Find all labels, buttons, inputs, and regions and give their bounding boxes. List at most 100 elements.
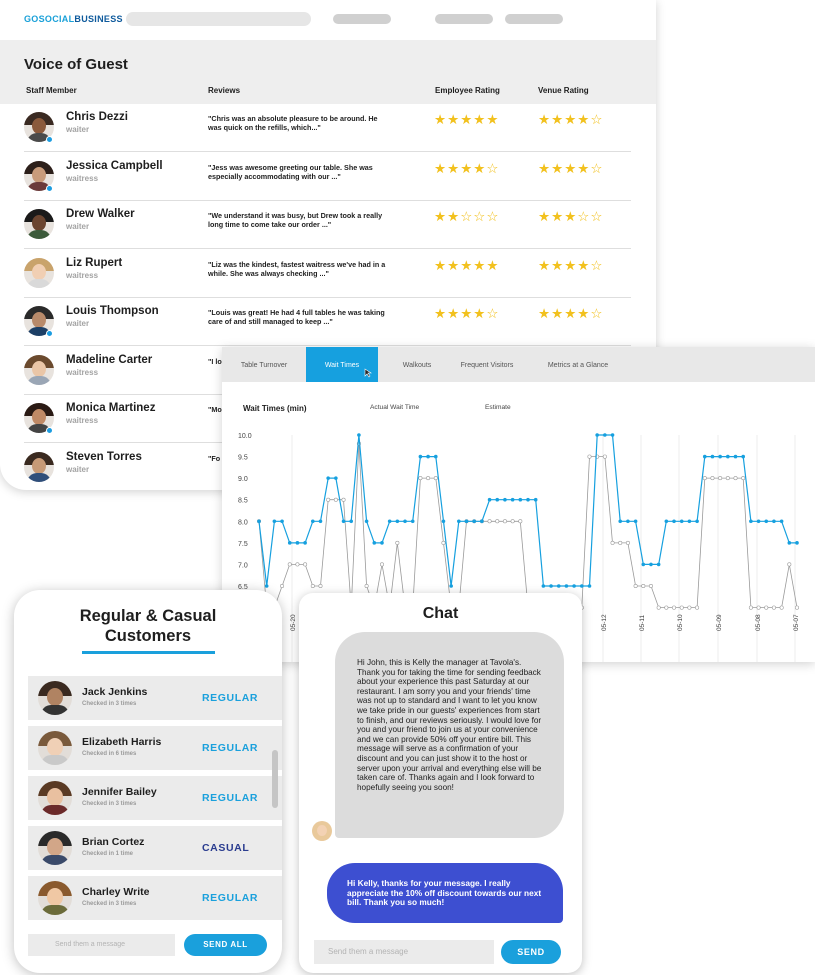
actual-data-point	[457, 519, 461, 524]
staff-name[interactable]: Madeline Carter	[66, 354, 152, 366]
avatar[interactable]	[24, 354, 54, 385]
avatar[interactable]	[38, 881, 72, 915]
column-header-employee-rating[interactable]: Employee Rating	[435, 86, 500, 95]
nav-pill[interactable]	[505, 14, 563, 24]
table-row[interactable]: Chris Dezzi waiter "Chris was an absolut…	[24, 104, 631, 152]
estimate-data-point	[679, 605, 684, 610]
title-line-1: Regular & Casual	[79, 607, 217, 625]
chat-message-input[interactable]: Send them a message	[314, 940, 494, 964]
incoming-message: Hi John, this is Kelly the manager at Ta…	[335, 632, 564, 838]
customer-name[interactable]: Jack Jenkins	[82, 686, 147, 698]
column-header-venue-rating[interactable]: Venue Rating	[538, 86, 589, 95]
staff-name[interactable]: Louis Thompson	[66, 305, 159, 317]
checkin-count: Checked in 3 times	[82, 801, 137, 807]
actual-data-point	[772, 519, 776, 524]
checkin-count: Checked in 3 times	[82, 701, 137, 707]
estimate-data-point	[618, 540, 623, 545]
table-row[interactable]: Louis Thompson waiter "Louis was great! …	[24, 298, 631, 346]
legend-estimate[interactable]: Estimate	[485, 404, 511, 411]
list-item[interactable]: Elizabeth Harris Checked in 6 times REGU…	[28, 726, 282, 770]
actual-data-point	[318, 519, 323, 524]
column-header-reviews[interactable]: Reviews	[208, 86, 240, 95]
review-text[interactable]: "Jess was awesome greeting our table. Sh…	[208, 163, 393, 181]
y-tick-label: 9.0	[238, 476, 248, 483]
avatar[interactable]	[24, 257, 54, 288]
staff-name[interactable]: Drew Walker	[66, 208, 135, 220]
scrollbar[interactable]	[272, 750, 278, 808]
actual-data-point	[710, 454, 715, 459]
avatar[interactable]	[24, 209, 54, 239]
estimate-data-point	[664, 605, 669, 610]
nav-pill[interactable]	[333, 14, 391, 24]
staff-name[interactable]: Chris Dezzi	[66, 111, 128, 123]
brand-logo[interactable]: GOSOCIALBUSINESS	[24, 14, 123, 24]
actual-data-point	[749, 519, 753, 524]
estimate-data-point	[695, 605, 700, 610]
review-text[interactable]: "Louis was great! He had 4 full tables h…	[208, 308, 393, 326]
search-bar-placeholder[interactable]	[126, 12, 311, 26]
page-title: Voice of Guest	[24, 56, 128, 73]
tab-walkouts[interactable]: Walkouts	[386, 347, 448, 382]
tab-table-turnover[interactable]: Table Turnover	[222, 347, 306, 382]
actual-data-point	[718, 454, 722, 459]
legend-actual-wait-time[interactable]: Actual Wait Time	[370, 404, 419, 411]
table-row[interactable]: Liz Rupert waitress "Liz was the kindest…	[24, 250, 631, 298]
actual-data-point	[403, 519, 407, 524]
avatar[interactable]	[38, 781, 72, 815]
message-input[interactable]: Send them a message	[28, 934, 175, 956]
tab-metrics-at-a-glance[interactable]: Metrics at a Glance	[536, 347, 620, 382]
list-item[interactable]: Jennifer Bailey Checked in 3 times REGUL…	[28, 776, 282, 820]
actual-data-point	[380, 541, 384, 545]
send-button[interactable]: SEND	[501, 940, 561, 964]
venue-rating-stars: ★★★★☆	[538, 257, 604, 273]
title-line-2: Customers	[104, 627, 192, 645]
staff-role: waitress	[66, 367, 99, 377]
actual-data-point	[334, 476, 338, 480]
actual-data-point	[518, 497, 523, 502]
review-text[interactable]: "We understand it was busy, but Drew too…	[208, 211, 393, 229]
avatar[interactable]	[38, 731, 72, 765]
estimate-data-point	[364, 584, 369, 589]
review-text[interactable]: "Chris was an absolute pleasure to be ar…	[208, 114, 393, 132]
list-item[interactable]: Charley Write Checked in 3 times REGULAR	[28, 876, 282, 920]
avatar[interactable]	[38, 681, 72, 715]
customer-name[interactable]: Elizabeth Harris	[82, 736, 161, 748]
actual-data-point	[395, 519, 400, 524]
table-row[interactable]: Jessica Campbell waitress "Jess was awes…	[24, 153, 631, 201]
estimate-data-point	[502, 519, 507, 524]
staff-name[interactable]: Steven Torres	[66, 451, 142, 463]
estimate-data-point	[318, 584, 323, 589]
estimate-data-point	[710, 476, 715, 481]
estimate-data-point	[748, 605, 753, 610]
send-all-button[interactable]: SEND ALL	[184, 934, 267, 956]
customer-name[interactable]: Jennifer Bailey	[82, 786, 157, 798]
customer-name[interactable]: Charley Write	[82, 886, 150, 898]
avatar[interactable]	[38, 831, 72, 865]
venue-rating-stars: ★★★★☆	[538, 306, 604, 321]
actual-data-point	[503, 497, 507, 502]
customer-name[interactable]: Brian Cortez	[82, 836, 144, 848]
estimate-data-point	[280, 584, 285, 589]
staff-role: waitress	[66, 173, 99, 183]
actual-data-point	[695, 519, 699, 524]
customer-type-badge: CASUAL	[202, 842, 250, 854]
actual-data-point	[472, 519, 476, 524]
staff-name[interactable]: Jessica Campbell	[66, 160, 163, 172]
actual-data-point	[387, 519, 392, 524]
nav-pill[interactable]	[435, 14, 493, 24]
staff-name[interactable]: Liz Rupert	[66, 257, 122, 269]
list-item[interactable]: Brian Cortez Checked in 1 time CASUAL	[28, 826, 282, 870]
list-item[interactable]: Jack Jenkins Checked in 3 times REGULAR	[28, 676, 282, 720]
estimate-data-point	[487, 519, 492, 524]
review-text[interactable]: "Liz was the kindest, fastest waitress w…	[208, 260, 393, 278]
estimate-data-point	[495, 519, 500, 524]
actual-data-point	[733, 454, 738, 459]
table-row[interactable]: Drew Walker waiter "We understand it was…	[24, 201, 631, 249]
brand-part2: BUSINESS	[74, 14, 123, 24]
avatar[interactable]	[24, 451, 54, 482]
tab-frequent-visitors[interactable]: Frequent Visitors	[448, 347, 526, 382]
column-header-staff[interactable]: Staff Member	[26, 86, 77, 95]
staff-name[interactable]: Monica Martinez	[66, 402, 155, 414]
estimate-data-point	[648, 584, 653, 589]
actual-data-point	[541, 584, 546, 588]
